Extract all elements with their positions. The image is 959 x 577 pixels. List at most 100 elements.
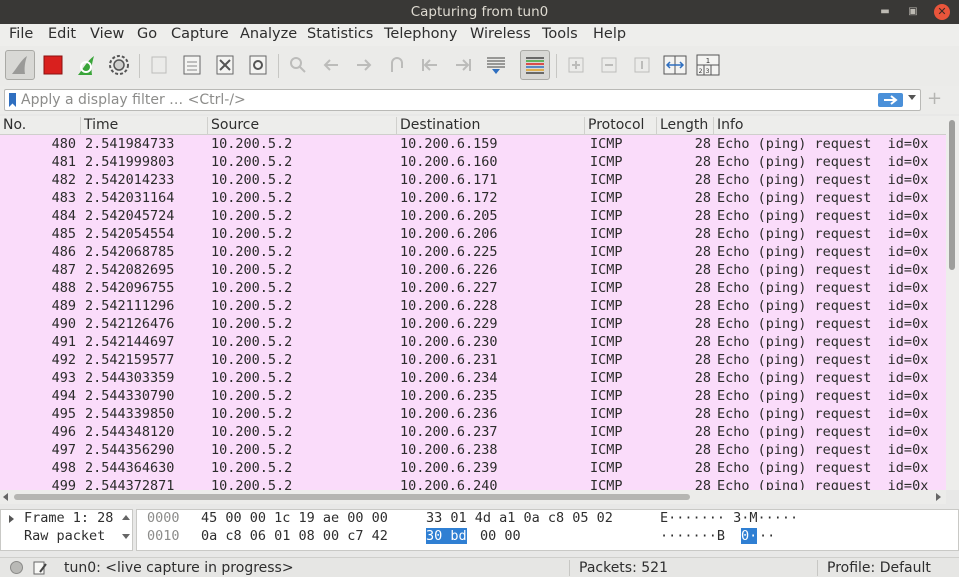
close-file-icon[interactable] — [210, 50, 240, 80]
cell-length: 28 — [694, 262, 711, 278]
menu-edit[interactable]: Edit — [48, 26, 76, 42]
apply-filter-arrow-icon[interactable] — [878, 93, 903, 107]
cell-no: 485 — [51, 226, 76, 242]
cell-time: 2.542031164 — [85, 190, 175, 206]
resize-columns-icon[interactable] — [660, 50, 690, 80]
menu-file[interactable]: File — [9, 26, 33, 42]
detail-row[interactable]: Frame 1: 28 — [1, 510, 132, 528]
minimize-icon[interactable]: ▬ — [877, 4, 893, 20]
zoom-in-icon[interactable] — [561, 50, 591, 80]
menu-go[interactable]: Go — [137, 26, 157, 42]
packet-row[interactable]: 485 2.542054554 10.200.5.2 10.200.6.206 ICMP… — [0, 225, 946, 243]
capture-options-gear-icon[interactable] — [104, 50, 134, 80]
add-filter-button-icon[interactable]: + — [927, 88, 942, 109]
detail-scroll-up-icon[interactable] — [122, 515, 130, 520]
packet-details-pane[interactable]: Frame 1: 28 Raw packet — [0, 509, 133, 551]
menu-analyze[interactable]: Analyze — [240, 26, 297, 42]
go-last-packet-icon[interactable] — [448, 50, 478, 80]
toolbar-separator — [556, 54, 557, 78]
vertical-scroll-thumb[interactable] — [949, 120, 955, 270]
packet-row[interactable]: 494 2.544330790 10.200.5.2 10.200.6.235 ICMP… — [0, 387, 946, 405]
find-packet-icon[interactable] — [283, 50, 313, 80]
cell-time: 2.542144697 — [85, 334, 175, 350]
packet-row[interactable]: 493 2.544303359 10.200.5.2 10.200.6.234 ICMP… — [0, 369, 946, 387]
packet-row[interactable]: 495 2.544339850 10.200.5.2 10.200.6.236 ICMP… — [0, 405, 946, 423]
scroll-right-icon[interactable] — [936, 493, 941, 501]
colorize-icon[interactable] — [520, 50, 550, 80]
packet-row[interactable]: 487 2.542082695 10.200.5.2 10.200.6.226 ICMP… — [0, 261, 946, 279]
scroll-left-icon[interactable] — [3, 493, 8, 501]
cell-length: 28 — [694, 478, 711, 490]
expand-arrow-icon[interactable] — [9, 515, 14, 523]
normal-size-icon[interactable] — [627, 50, 657, 80]
restart-capture-icon[interactable] — [71, 50, 101, 80]
menu-wireless[interactable]: Wireless — [470, 26, 531, 42]
detail-row[interactable]: Raw packet — [1, 528, 132, 546]
packet-row[interactable]: 498 2.544364630 10.200.5.2 10.200.6.239 ICMP… — [0, 459, 946, 477]
menu-capture[interactable]: Capture — [171, 26, 229, 42]
go-forward-icon[interactable] — [349, 50, 379, 80]
zoom-out-icon[interactable] — [594, 50, 624, 80]
column-header-length[interactable]: Length — [657, 117, 714, 135]
packet-row[interactable]: 496 2.544348120 10.200.5.2 10.200.6.237 ICMP… — [0, 423, 946, 441]
layout-icon[interactable]: 123 — [693, 50, 723, 80]
close-icon[interactable]: ✕ — [934, 4, 950, 20]
packet-row[interactable]: 480 2.541984733 10.200.5.2 10.200.6.159 ICMP… — [0, 135, 946, 153]
packet-row[interactable]: 483 2.542031164 10.200.5.2 10.200.6.172 ICMP… — [0, 189, 946, 207]
packet-row[interactable]: 486 2.542068785 10.200.5.2 10.200.6.225 ICMP… — [0, 243, 946, 261]
filter-dropdown-icon[interactable] — [908, 95, 916, 100]
open-file-icon[interactable] — [144, 50, 174, 80]
packet-row[interactable]: 484 2.542045724 10.200.5.2 10.200.6.205 ICMP… — [0, 207, 946, 225]
packet-list-horizontal-scrollbar[interactable] — [0, 490, 946, 504]
detail-scroll-down-icon[interactable] — [122, 534, 130, 539]
cell-info: Echo (ping) request id=0x — [717, 316, 929, 332]
cell-destination: 10.200.6.236 — [400, 406, 498, 422]
cell-protocol: ICMP — [590, 154, 623, 170]
menu-help[interactable]: Help — [593, 26, 626, 42]
packet-row[interactable]: 492 2.542159577 10.200.5.2 10.200.6.231 ICMP… — [0, 351, 946, 369]
menu-telephony[interactable]: Telephony — [384, 26, 457, 42]
packet-row[interactable]: 488 2.542096755 10.200.5.2 10.200.6.227 ICMP… — [0, 279, 946, 297]
packet-row[interactable]: 499 2.544372871 10.200.5.2 10.200.6.240 ICMP… — [0, 477, 946, 490]
expert-info-indicator-icon[interactable] — [10, 561, 23, 574]
packet-bytes-pane[interactable]: 0000 45 00 00 1c 19 ae 00 00 33 01 4d a1… — [136, 509, 959, 551]
packet-row[interactable]: 482 2.542014233 10.200.5.2 10.200.6.171 ICMP… — [0, 171, 946, 189]
column-header-source[interactable]: Source — [208, 117, 397, 135]
display-filter-input[interactable] — [21, 91, 861, 109]
bytes-row[interactable]: 0010 0a c8 06 01 08 00 c7 42 30 bd 00 00… — [137, 528, 775, 546]
profile-label[interactable]: Profile: Default — [827, 560, 931, 576]
go-back-icon[interactable] — [316, 50, 346, 80]
go-first-packet-icon[interactable] — [415, 50, 445, 80]
packet-row[interactable]: 491 2.542144697 10.200.5.2 10.200.6.230 ICMP… — [0, 333, 946, 351]
column-header-no[interactable]: No. — [0, 117, 81, 135]
packet-row[interactable]: 490 2.542126476 10.200.5.2 10.200.6.229 ICMP… — [0, 315, 946, 333]
column-header-time[interactable]: Time — [81, 117, 208, 135]
packet-list[interactable]: 480 2.541984733 10.200.5.2 10.200.6.159 ICMP… — [0, 135, 946, 490]
bytes-row[interactable]: 0000 45 00 00 1c 19 ae 00 00 33 01 4d a1… — [137, 510, 798, 528]
cell-time: 2.541999803 — [85, 154, 175, 170]
column-header-protocol[interactable]: Protocol — [585, 117, 657, 135]
column-header-info[interactable]: Info — [714, 117, 946, 135]
cell-source: 10.200.5.2 — [211, 244, 293, 260]
horizontal-scroll-thumb[interactable] — [14, 494, 690, 500]
packet-list-vertical-scrollbar[interactable] — [946, 116, 959, 490]
maximize-icon[interactable]: ▣ — [905, 4, 921, 20]
reload-file-icon[interactable] — [243, 50, 273, 80]
cell-no: 492 — [51, 352, 76, 368]
shark-fin-start-icon[interactable] — [5, 50, 35, 80]
save-file-icon[interactable] — [177, 50, 207, 80]
go-to-packet-icon[interactable] — [382, 50, 412, 80]
autoscroll-icon[interactable] — [481, 50, 511, 80]
menu-view[interactable]: View — [90, 26, 124, 42]
cell-protocol: ICMP — [590, 172, 623, 188]
stop-capture-icon[interactable] — [38, 50, 68, 80]
bookmark-icon[interactable] — [9, 93, 16, 107]
packet-row[interactable]: 497 2.544356290 10.200.5.2 10.200.6.238 ICMP… — [0, 441, 946, 459]
menu-statistics[interactable]: Statistics — [307, 26, 373, 42]
menu-tools[interactable]: Tools — [542, 26, 578, 42]
cell-time: 2.542068785 — [85, 244, 175, 260]
packet-row[interactable]: 489 2.542111296 10.200.5.2 10.200.6.228 ICMP… — [0, 297, 946, 315]
capture-comment-icon[interactable] — [32, 560, 48, 577]
column-header-destination[interactable]: Destination — [397, 117, 585, 135]
packet-row[interactable]: 481 2.541999803 10.200.5.2 10.200.6.160 ICMP… — [0, 153, 946, 171]
